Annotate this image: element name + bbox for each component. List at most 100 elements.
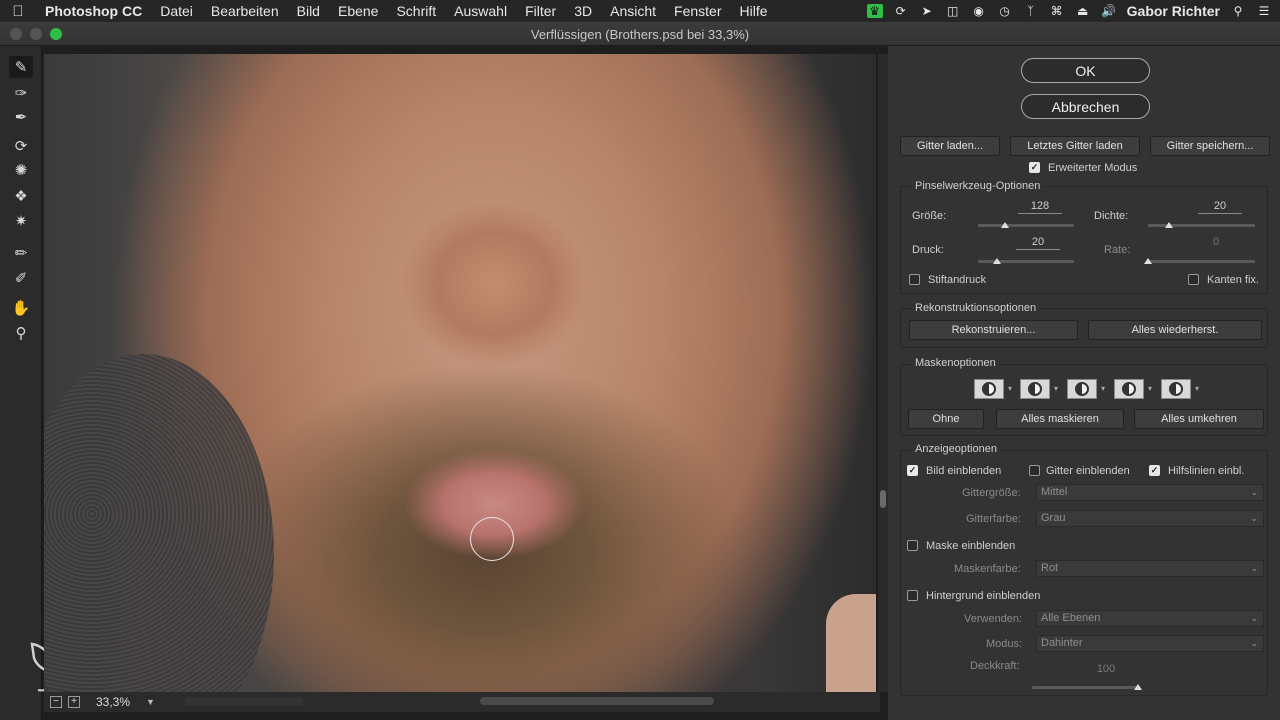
- push-left-tool-icon[interactable]: ✷: [9, 210, 33, 232]
- show-image-checkbox[interactable]: ✓: [907, 465, 918, 476]
- pin-edges-checkbox[interactable]: [1188, 274, 1199, 285]
- show-guides-checkbox[interactable]: ✓: [1149, 465, 1160, 476]
- restore-all-button[interactable]: Alles wiederherst.: [1088, 320, 1262, 340]
- menu-3d[interactable]: 3D: [565, 3, 601, 19]
- zoom-in-button[interactable]: +: [68, 696, 80, 708]
- menu-fenster[interactable]: Fenster: [665, 3, 730, 19]
- mask-invert-icon[interactable]: [1161, 379, 1191, 399]
- menu-app[interactable]: Photoshop CC: [36, 3, 151, 19]
- show-backdrop-checkbox[interactable]: [907, 590, 918, 601]
- arrow-icon[interactable]: ➤: [919, 4, 935, 18]
- size-slider-knob[interactable]: [1000, 222, 1009, 228]
- mask-intersect-icon[interactable]: [1114, 379, 1144, 399]
- mask-color-select[interactable]: Rot ⌄: [1036, 560, 1264, 577]
- thaw-mask-tool-icon[interactable]: ✐: [9, 267, 33, 289]
- ok-button[interactable]: OK: [1021, 58, 1150, 83]
- density-value[interactable]: 20: [1198, 200, 1242, 214]
- menu-datei[interactable]: Datei: [151, 3, 202, 19]
- advanced-mode-label: Erweiterter Modus: [1048, 162, 1138, 174]
- user-name[interactable]: Gabor Richter: [1127, 3, 1220, 19]
- mask-replace-menu-icon[interactable]: ▾: [1008, 384, 1012, 393]
- mask-all-button[interactable]: Alles maskieren: [996, 409, 1124, 429]
- menu-ebene[interactable]: Ebene: [329, 3, 387, 19]
- reconstruct-button[interactable]: Rekonstruieren...: [909, 320, 1078, 340]
- load-mesh-button[interactable]: Gitter laden...: [900, 136, 1000, 156]
- menu-bearbeiten[interactable]: Bearbeiten: [202, 3, 288, 19]
- stylus-pressure-checkbox[interactable]: [909, 274, 920, 285]
- notification-list-icon[interactable]: ☰: [1256, 4, 1272, 18]
- bluetooth-icon[interactable]: ᛉ: [1023, 4, 1039, 18]
- save-mesh-button[interactable]: Gitter speichern...: [1150, 136, 1270, 156]
- rate-slider-knob[interactable]: [1144, 258, 1152, 264]
- mask-color-value: Rot: [1041, 562, 1059, 574]
- smooth-tool-icon[interactable]: ✒: [9, 106, 33, 128]
- mask-invert-menu-icon[interactable]: ▾: [1195, 384, 1199, 393]
- twirl-tool-icon[interactable]: ⟳: [9, 135, 33, 157]
- view-options-title: Anzeigeoptionen: [912, 443, 1000, 455]
- image-canvas[interactable]: [44, 54, 876, 692]
- hand-tool-icon[interactable]: ✋: [9, 297, 33, 319]
- sync-icon[interactable]: ⟳: [893, 4, 909, 18]
- mask-intersect-menu-icon[interactable]: ▾: [1148, 384, 1152, 393]
- mask-subtract-menu-icon[interactable]: ▾: [1101, 384, 1105, 393]
- eject-icon[interactable]: ⏏: [1075, 4, 1091, 18]
- volume-icon[interactable]: 🔊: [1101, 4, 1117, 18]
- forward-warp-tool-icon[interactable]: ✎: [9, 56, 33, 78]
- zoom-out-button[interactable]: −: [50, 696, 62, 708]
- menu-ansicht[interactable]: Ansicht: [601, 3, 665, 19]
- advanced-mode-checkbox[interactable]: ✓: [1029, 162, 1040, 173]
- show-backdrop-label: Hintergrund einblenden: [926, 590, 1041, 602]
- zoom-dropdown-icon[interactable]: ▼: [146, 697, 155, 707]
- broadcast-icon[interactable]: ◉: [971, 4, 987, 18]
- use-select[interactable]: Alle Ebenen ⌄: [1036, 610, 1264, 627]
- show-mask-checkbox[interactable]: [907, 540, 918, 551]
- freeze-mask-tool-icon[interactable]: ✏: [9, 242, 33, 264]
- mode-select[interactable]: Dahinter ⌄: [1036, 635, 1264, 652]
- pressure-slider-knob[interactable]: [993, 258, 1002, 264]
- evernote-icon[interactable]: ♛: [866, 4, 883, 18]
- mask-none-button[interactable]: Ohne: [908, 409, 984, 429]
- horizontal-scroll-track[interactable]: [184, 697, 304, 705]
- monitor-icon[interactable]: ◫: [945, 4, 961, 18]
- size-value[interactable]: 128: [1018, 200, 1062, 214]
- menu-filter[interactable]: Filter: [516, 3, 565, 19]
- mask-subtract-icon[interactable]: [1067, 379, 1097, 399]
- horizontal-scroll-thumb[interactable]: [480, 697, 714, 705]
- mask-replace-icon[interactable]: [974, 379, 1004, 399]
- vertical-scroll-thumb[interactable]: [880, 490, 886, 508]
- rate-slider-track[interactable]: [1148, 260, 1255, 263]
- search-icon[interactable]: ⚲: [1230, 4, 1246, 18]
- menu-auswahl[interactable]: Auswahl: [445, 3, 516, 19]
- invert-all-button[interactable]: Alles umkehren: [1134, 409, 1264, 429]
- reconstruct-tool-icon[interactable]: ✑: [9, 82, 33, 104]
- density-slider-track[interactable]: [1148, 224, 1255, 227]
- mask-add-icon[interactable]: [1020, 379, 1050, 399]
- menu-schrift[interactable]: Schrift: [387, 3, 445, 19]
- wifi-icon[interactable]: ⌘: [1049, 4, 1065, 18]
- apple-icon[interactable]: : [0, 3, 36, 20]
- mesh-color-select[interactable]: Grau ⌄: [1036, 510, 1264, 527]
- cancel-button[interactable]: Abbrechen: [1021, 94, 1150, 119]
- zoom-tool-icon[interactable]: ⚲: [9, 322, 33, 344]
- menu-bild[interactable]: Bild: [288, 3, 329, 19]
- load-last-mesh-button[interactable]: Letztes Gitter laden: [1010, 136, 1140, 156]
- chevron-down-icon: ⌄: [1250, 513, 1258, 523]
- density-label: Dichte:: [1094, 210, 1129, 222]
- opacity-slider-track[interactable]: [1032, 686, 1138, 689]
- size-slider-track[interactable]: [978, 224, 1074, 227]
- opacity-value[interactable]: 100: [1084, 663, 1128, 676]
- mask-add-menu-icon[interactable]: ▾: [1054, 384, 1058, 393]
- menu-hilfe[interactable]: Hilfe: [731, 3, 777, 19]
- bloat-tool-icon[interactable]: ❖: [9, 185, 33, 207]
- rate-value[interactable]: 0: [1194, 236, 1238, 249]
- zoom-level[interactable]: 33,3%: [96, 695, 130, 709]
- pressure-value[interactable]: 20: [1016, 236, 1060, 250]
- pucker-tool-icon[interactable]: ✺: [9, 159, 33, 181]
- opacity-slider-knob[interactable]: [1134, 684, 1142, 690]
- vertical-scrollbar[interactable]: [878, 54, 888, 692]
- mesh-size-select[interactable]: Mittel ⌄: [1036, 484, 1264, 501]
- density-slider-knob[interactable]: [1165, 222, 1174, 228]
- time-machine-icon[interactable]: ◷: [997, 4, 1013, 18]
- show-mesh-checkbox[interactable]: [1029, 465, 1040, 476]
- mode-label: Modus:: [986, 638, 1023, 650]
